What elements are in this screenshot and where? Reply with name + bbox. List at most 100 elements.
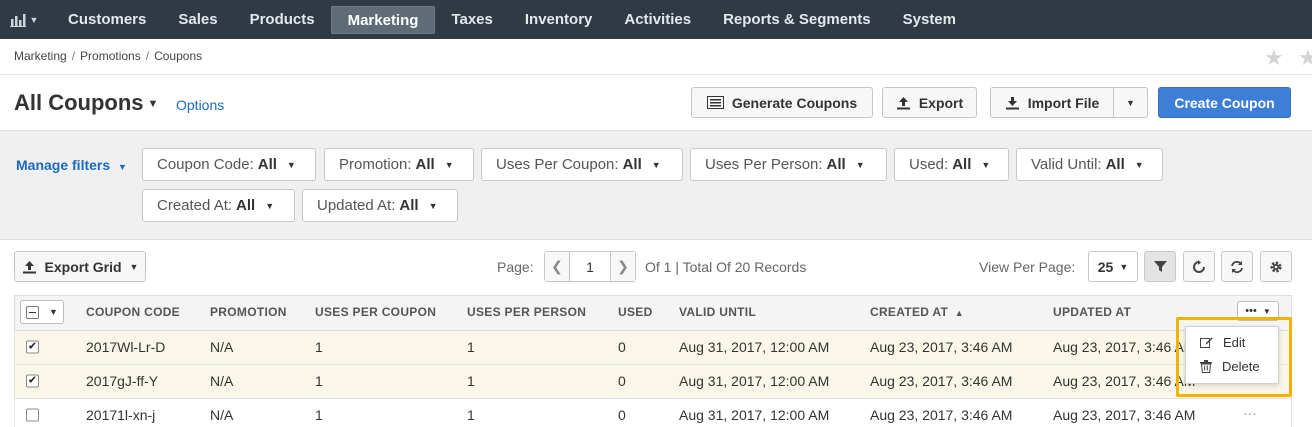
breadcrumb-separator: /: [71, 49, 76, 63]
column-valid-until[interactable]: VALID UNTIL: [679, 305, 756, 319]
filter-used[interactable]: Used: All ▼: [894, 148, 1009, 181]
page-number-input[interactable]: 1: [569, 252, 611, 281]
nav-activities[interactable]: Activities: [608, 6, 707, 34]
filter-panel: [0, 130, 1312, 240]
nav-taxes[interactable]: Taxes: [435, 6, 508, 34]
import-file-label: Import File: [1027, 94, 1100, 111]
options-link[interactable]: Options: [176, 97, 224, 113]
total-records: Of 1 | Total Of 20 Records: [645, 259, 807, 275]
column-used[interactable]: USED: [618, 305, 653, 319]
page-title[interactable]: All Coupons ▼: [14, 90, 158, 116]
row-checkbox[interactable]: ✔: [26, 374, 39, 388]
column-promotion[interactable]: PROMOTION: [210, 305, 287, 319]
export-label: Export: [918, 94, 964, 111]
chevron-down-icon: ▼: [1119, 261, 1129, 272]
favorite-star-icon[interactable]: ★: [1264, 45, 1284, 71]
filter-valid-until[interactable]: Valid Until: All ▼: [1016, 148, 1163, 181]
actions-dropdown-menu: Edit Delete: [1185, 326, 1279, 384]
import-file-button[interactable]: Import File: [990, 87, 1114, 118]
chevron-down-icon: ▼: [147, 98, 159, 111]
menu-item-edit-label: Edit: [1223, 334, 1246, 350]
filter-created-at[interactable]: Created At: All ▼: [142, 189, 295, 222]
upload-icon: [896, 96, 910, 109]
chevron-down-icon: ▼: [29, 14, 39, 25]
dashboard-menu[interactable]: ▼: [0, 0, 48, 39]
per-page-select[interactable]: 25 ▼: [1088, 251, 1138, 282]
cell-uses-per-person: 1: [467, 373, 475, 389]
check-icon: ✔: [27, 374, 38, 387]
funnel-icon: [1153, 261, 1167, 272]
generate-coupons-button[interactable]: Generate Coupons: [691, 87, 873, 118]
filter-uses-per-coupon[interactable]: Uses Per Coupon: All ▼: [481, 148, 683, 181]
download-icon: [1005, 96, 1019, 109]
column-created-at[interactable]: CREATED AT ▲: [870, 305, 964, 319]
export-button[interactable]: Export: [882, 87, 977, 118]
select-all-checkbox[interactable]: ▼: [20, 300, 64, 324]
filter-value: All: [415, 156, 435, 173]
menu-item-edit[interactable]: Edit: [1200, 332, 1245, 352]
filter-label: Used:: [909, 156, 949, 173]
column-uses-per-coupon[interactable]: USES PER COUPON: [315, 305, 436, 319]
page-label: Page:: [497, 259, 534, 275]
chevron-down-icon: ▼: [129, 261, 139, 272]
manage-filters-link[interactable]: Manage filters ▼: [16, 157, 127, 173]
row-checkbox[interactable]: ✔: [26, 340, 39, 354]
create-coupon-button[interactable]: Create Coupon: [1158, 87, 1291, 118]
cell-used: 0: [618, 407, 626, 423]
check-icon: ✔: [27, 340, 38, 353]
column-updated-at[interactable]: UPDATED AT: [1053, 305, 1131, 319]
filter-coupon-code[interactable]: Coupon Code: All ▼: [142, 148, 316, 181]
export-grid-label: Export Grid: [44, 258, 122, 275]
column-uses-per-person[interactable]: USES PER PERSON: [467, 305, 586, 319]
filter-updated-at[interactable]: Updated At: All ▼: [302, 189, 458, 222]
undo-icon: [1193, 259, 1205, 273]
cell-updated-at: Aug 23, 2017, 3:46 AM: [1053, 373, 1196, 389]
filter-value: All: [257, 156, 277, 173]
menu-item-delete[interactable]: Delete: [1200, 356, 1260, 376]
cell-used: 0: [618, 373, 626, 389]
row-actions-more-icon[interactable]: ···: [1243, 405, 1257, 421]
previous-page-button[interactable]: ❮: [545, 252, 569, 281]
reset-button[interactable]: [1183, 251, 1215, 282]
chevron-left-icon: ❮: [551, 258, 563, 274]
filter-label: Uses Per Coupon:: [496, 156, 619, 173]
nav-system[interactable]: System: [887, 6, 972, 34]
chevron-down-icon: ▼: [49, 307, 58, 317]
nav-customers[interactable]: Customers: [52, 6, 162, 34]
filter-label: Created At:: [157, 197, 233, 214]
nav-sales[interactable]: Sales: [162, 6, 233, 34]
filter-value: All: [952, 156, 972, 173]
filter-label: Valid Until:: [1031, 156, 1102, 173]
export-grid-button[interactable]: Export Grid ▼: [14, 251, 146, 282]
filter-value: All: [399, 197, 419, 214]
settings-button[interactable]: [1260, 251, 1292, 282]
star-icon[interactable]: ★: [1298, 45, 1312, 71]
chevron-down-icon: ▼: [855, 159, 865, 170]
nav-products[interactable]: Products: [234, 6, 331, 34]
cell-uses-per-person: 1: [467, 407, 475, 423]
nav-marketing[interactable]: Marketing: [330, 5, 436, 34]
refresh-button[interactable]: [1221, 251, 1253, 282]
cell-updated-at: Aug 23, 2017, 3:46 AM: [1053, 407, 1196, 423]
cell-uses-per-coupon: 1: [315, 373, 323, 389]
row-checkbox[interactable]: [26, 408, 39, 422]
filter-promotion[interactable]: Promotion: All ▼: [324, 148, 474, 181]
column-coupon-code[interactable]: COUPON CODE: [86, 305, 180, 319]
trash-icon: [1200, 359, 1212, 373]
cell-created-at: Aug 23, 2017, 3:46 AM: [870, 373, 1013, 389]
filter-value: All: [622, 156, 642, 173]
breadcrumb-coupons: Coupons: [154, 49, 203, 63]
next-page-button[interactable]: ❯: [611, 252, 635, 281]
import-file-dropdown[interactable]: ▼: [1113, 87, 1148, 118]
filter-toggle-button[interactable]: [1144, 251, 1176, 282]
breadcrumb-promotions[interactable]: Promotions: [80, 49, 141, 63]
filter-label: Coupon Code:: [157, 156, 254, 173]
nav-inventory[interactable]: Inventory: [509, 6, 609, 34]
nav-reports-segments[interactable]: Reports & Segments: [707, 6, 887, 34]
chevron-down-icon: ▼: [444, 159, 454, 170]
gear-icon: [1270, 261, 1282, 272]
filter-uses-per-person[interactable]: Uses Per Person: All ▼: [690, 148, 887, 181]
cell-used: 0: [618, 339, 626, 355]
chevron-down-icon: ▼: [1134, 159, 1144, 170]
breadcrumb-marketing[interactable]: Marketing: [14, 49, 67, 63]
